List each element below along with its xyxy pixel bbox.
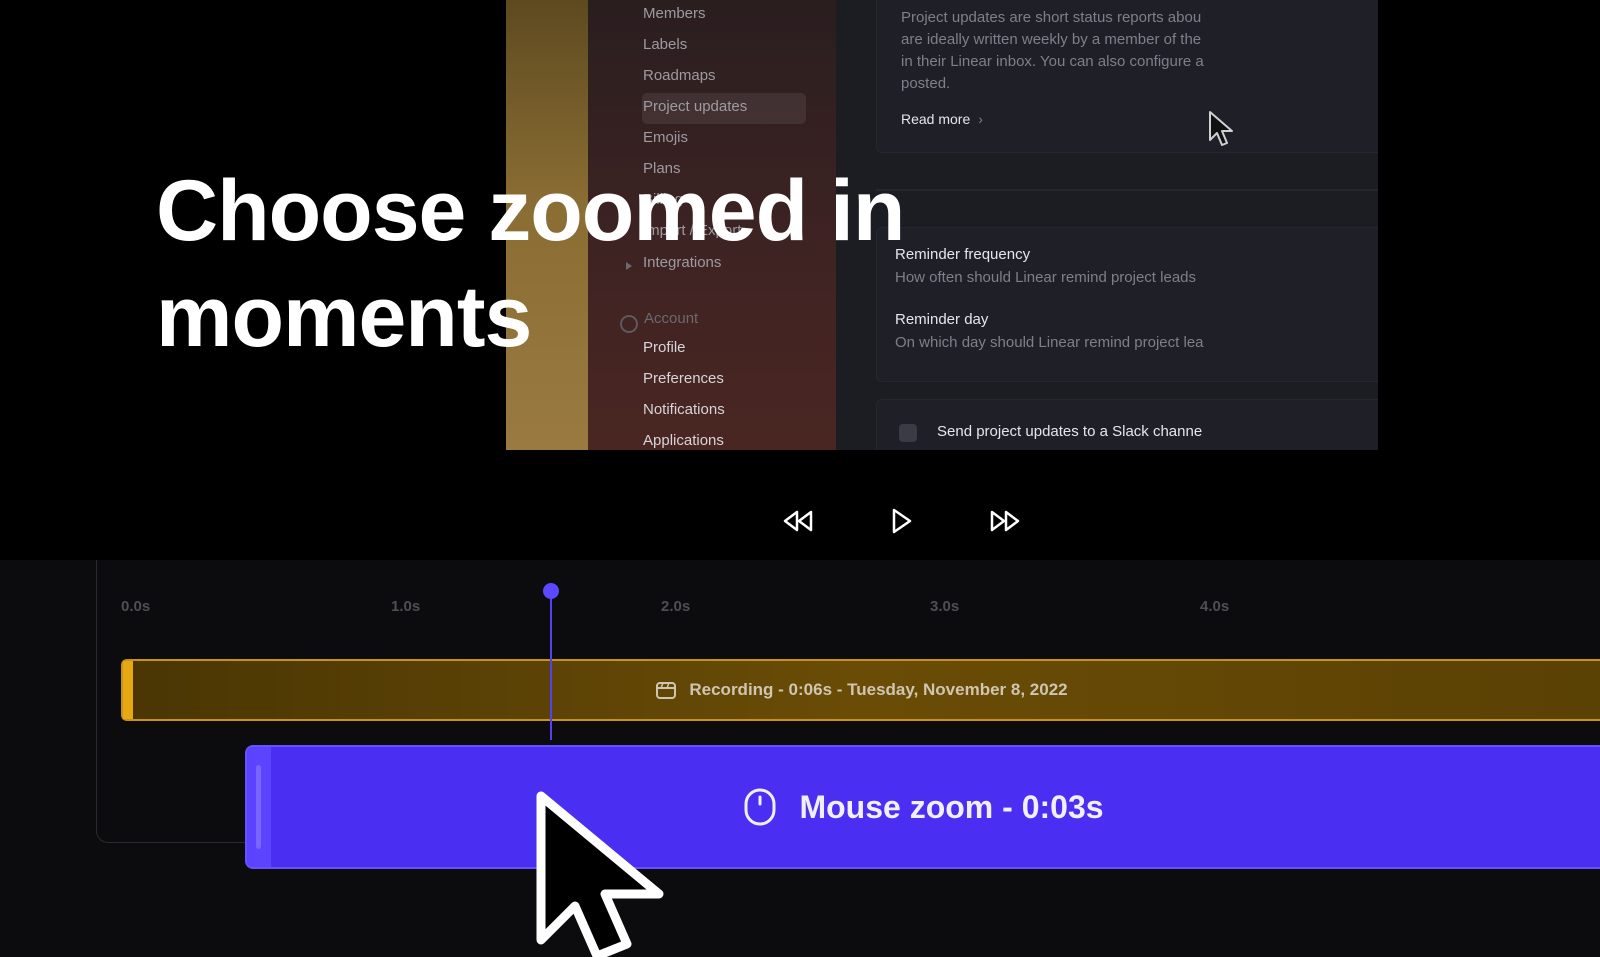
playhead-line xyxy=(550,590,552,740)
read-more-link[interactable]: Read more › xyxy=(901,111,1371,127)
fast-forward-button[interactable] xyxy=(987,503,1023,539)
rewind-icon xyxy=(783,510,813,532)
mouse-icon xyxy=(744,788,776,826)
time-tick: 2.0s xyxy=(661,598,691,615)
recording-clip[interactable]: Recording - 0:06s - Tuesday, November 8,… xyxy=(121,659,1600,721)
recording-icon xyxy=(656,682,677,699)
zoom-clip-handle[interactable] xyxy=(247,747,271,867)
sidebar-item-project-updates[interactable]: Project updates xyxy=(643,98,747,115)
rewind-button[interactable] xyxy=(780,503,816,539)
fast-forward-icon xyxy=(990,510,1020,532)
time-tick: 1.0s xyxy=(391,598,421,615)
playhead-handle[interactable] xyxy=(543,583,559,599)
read-more-label: Read more xyxy=(901,111,971,127)
sidebar-item-roadmaps[interactable]: Roadmaps xyxy=(643,67,716,84)
description-line: in their Linear inbox. You can also conf… xyxy=(901,53,1204,70)
recording-clip-label: Recording - 0:06s - Tuesday, November 8,… xyxy=(689,680,1068,699)
play-icon xyxy=(892,508,912,534)
timeline[interactable]: 0.0s 1.0s 2.0s 3.0s 4.0s Recording - 0:0… xyxy=(0,560,1600,957)
headline: Choose zoomed in moments xyxy=(156,163,905,365)
slack-icon xyxy=(899,424,917,442)
mouse-zoom-clip[interactable]: Mouse zoom - 0:03s xyxy=(245,745,1600,869)
sidebar-item-notifications[interactable]: Notifications xyxy=(643,401,725,418)
cursor-icon xyxy=(536,791,664,957)
description-line: are ideally written weekly by a member o… xyxy=(901,31,1202,48)
description-line: posted. xyxy=(901,75,951,92)
sidebar-item-preferences[interactable]: Preferences xyxy=(643,370,724,387)
time-tick: 4.0s xyxy=(1200,598,1230,615)
time-tick: 0.0s xyxy=(121,598,151,615)
sidebar-item-emojis[interactable]: Emojis xyxy=(643,129,688,146)
mouse-zoom-clip-label: Mouse zoom - 0:03s xyxy=(799,788,1104,825)
chevron-right-icon: › xyxy=(978,111,983,127)
slack-card[interactable]: Send project updates to a Slack channe xyxy=(876,399,1378,450)
sidebar-item-labels[interactable]: Labels xyxy=(643,36,687,53)
description-line: Project updates are short status reports… xyxy=(901,9,1202,26)
sidebar-item-members[interactable]: Members xyxy=(643,5,706,22)
video-preview: Members Labels Roadmaps Project updates … xyxy=(0,0,1600,560)
slack-label: Send project updates to a Slack channe xyxy=(937,423,1203,440)
play-button[interactable] xyxy=(883,503,919,539)
recording-clip-handle[interactable] xyxy=(123,661,133,719)
project-updates-card: Project updates are short status reports… xyxy=(876,0,1378,153)
sidebar-item-applications[interactable]: Applications xyxy=(643,432,724,449)
pointer-cursor-icon xyxy=(1209,111,1233,146)
time-tick: 3.0s xyxy=(930,598,960,615)
